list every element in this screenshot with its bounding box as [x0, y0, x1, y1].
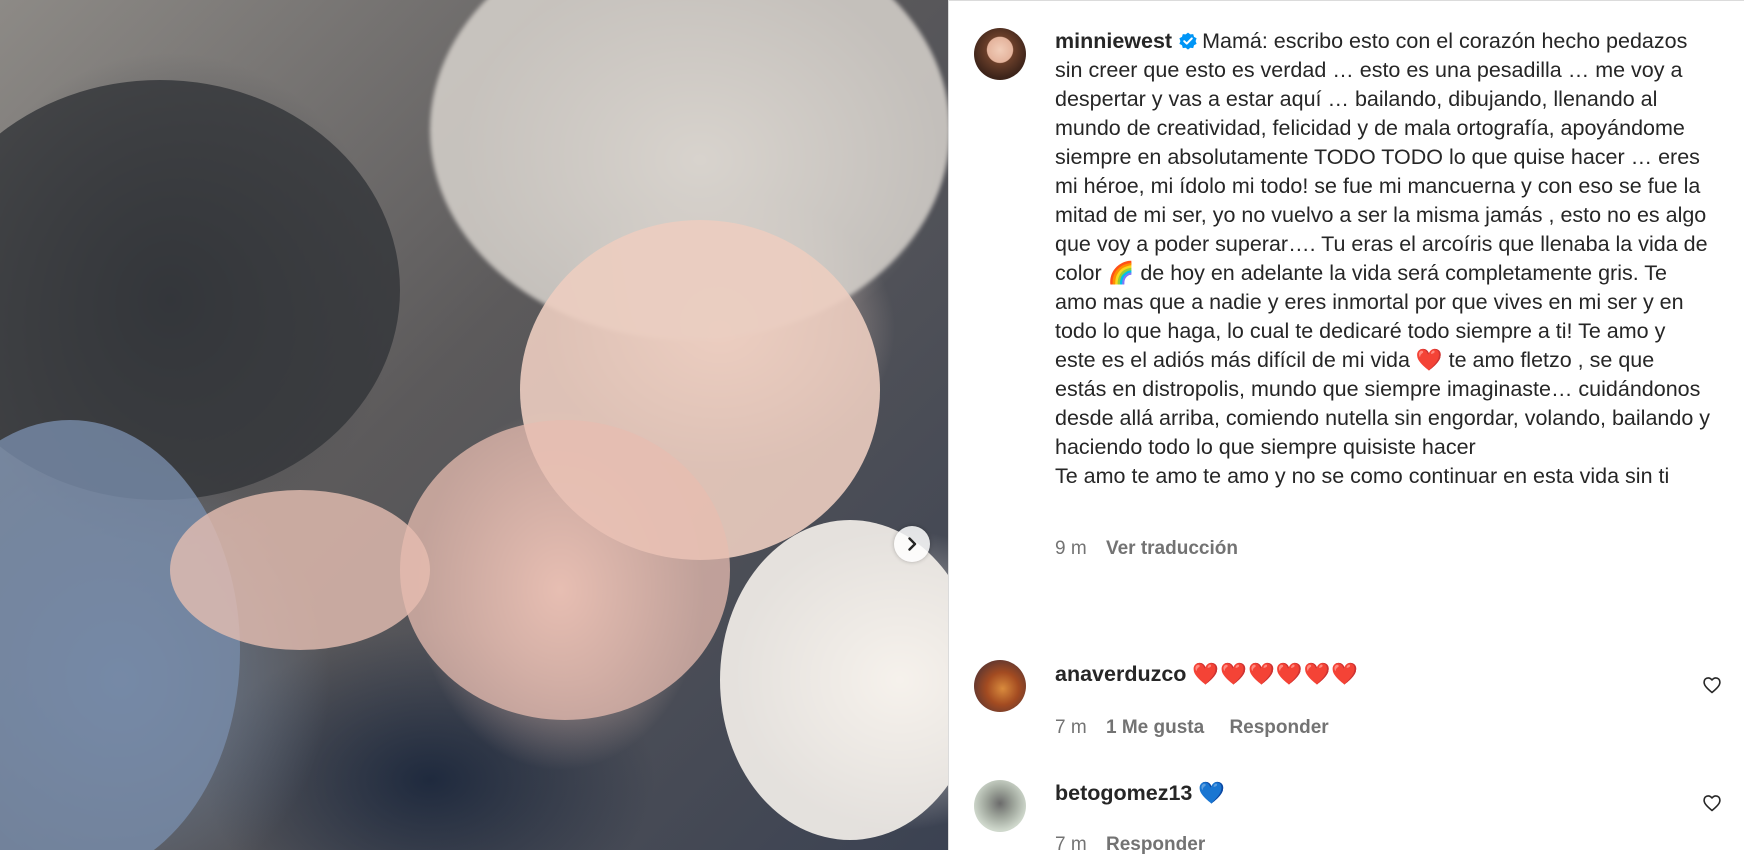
reply-button[interactable]: Responder: [1229, 717, 1328, 738]
chevron-right-icon: [908, 537, 917, 551]
post-meta: 9 m Ver traducción: [1055, 538, 1258, 560]
post-photo: [0, 0, 948, 850]
comment-username[interactable]: betogomez13: [1055, 781, 1192, 805]
post-caption: minniewest Mamá: escribo esto con el cor…: [1055, 27, 1710, 491]
author-username[interactable]: minniewest: [1055, 29, 1172, 53]
reply-button[interactable]: Responder: [1106, 834, 1205, 855]
comment-avatar[interactable]: [974, 780, 1026, 832]
post-details-panel: minniewest Mamá: escribo esto con el cor…: [948, 0, 1744, 855]
caption-text-closing: Te amo te amo te amo y no se como contin…: [1055, 464, 1670, 488]
photo-region-shirt: [720, 520, 948, 840]
heart-outline-icon[interactable]: [1702, 793, 1722, 813]
verified-badge-icon: [1179, 32, 1197, 50]
comment-body: betogomez13 💙: [1055, 779, 1225, 808]
photo-region-hand: [170, 490, 430, 650]
comment-meta: 7 m Responder: [1055, 834, 1225, 856]
comment-time: 7 m: [1055, 834, 1087, 855]
comment-meta: 7 m 1 Me gusta Responder: [1055, 717, 1349, 739]
comment-username[interactable]: anaverduzco: [1055, 662, 1186, 686]
comment-text: ❤️❤️❤️❤️❤️❤️: [1192, 662, 1360, 686]
author-avatar[interactable]: [974, 28, 1026, 80]
heart-outline-icon[interactable]: [1702, 675, 1722, 695]
post-time: 9 m: [1055, 538, 1087, 559]
comment-time: 7 m: [1055, 717, 1087, 738]
caption-text: Mamá: escribo esto con el corazón hecho …: [1055, 29, 1710, 459]
comment-likes-count[interactable]: 1 Me gusta: [1106, 717, 1204, 738]
divider: [949, 0, 1744, 1]
comment-avatar[interactable]: [974, 660, 1026, 712]
photo-region-hands: [400, 420, 730, 720]
see-translation-button[interactable]: Ver traducción: [1106, 538, 1238, 559]
comment-text: 💙: [1198, 781, 1226, 805]
next-photo-button[interactable]: [894, 526, 930, 562]
comment-body: anaverduzco ❤️❤️❤️❤️❤️❤️: [1055, 660, 1359, 689]
